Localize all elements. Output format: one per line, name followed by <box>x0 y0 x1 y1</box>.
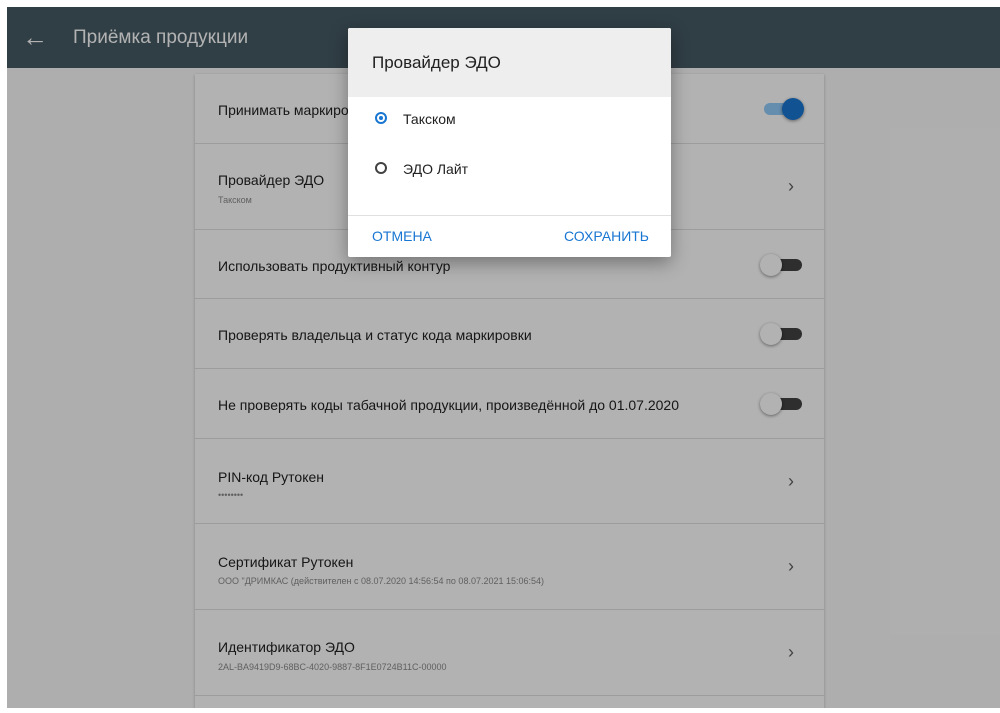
app-screen: ← Приёмка продукции Принимать маркирован… <box>7 7 1000 708</box>
save-button[interactable]: СОХРАНИТЬ <box>564 216 649 257</box>
option-taxcom[interactable]: Такском <box>348 97 671 143</box>
cancel-button[interactable]: ОТМЕНА <box>372 216 432 257</box>
dialog-header: Провайдер ЭДО <box>348 28 671 97</box>
edo-provider-dialog: Провайдер ЭДО Такском ЭДО Лайт ОТМЕНА СО… <box>348 28 671 257</box>
dialog-title: Провайдер ЭДО <box>372 53 501 72</box>
option-label: Такском <box>403 111 456 127</box>
radio-checked-icon[interactable] <box>375 112 387 124</box>
option-label: ЭДО Лайт <box>403 161 469 177</box>
option-edo-lite[interactable]: ЭДО Лайт <box>348 147 671 193</box>
radio-unchecked-icon[interactable] <box>375 162 387 174</box>
